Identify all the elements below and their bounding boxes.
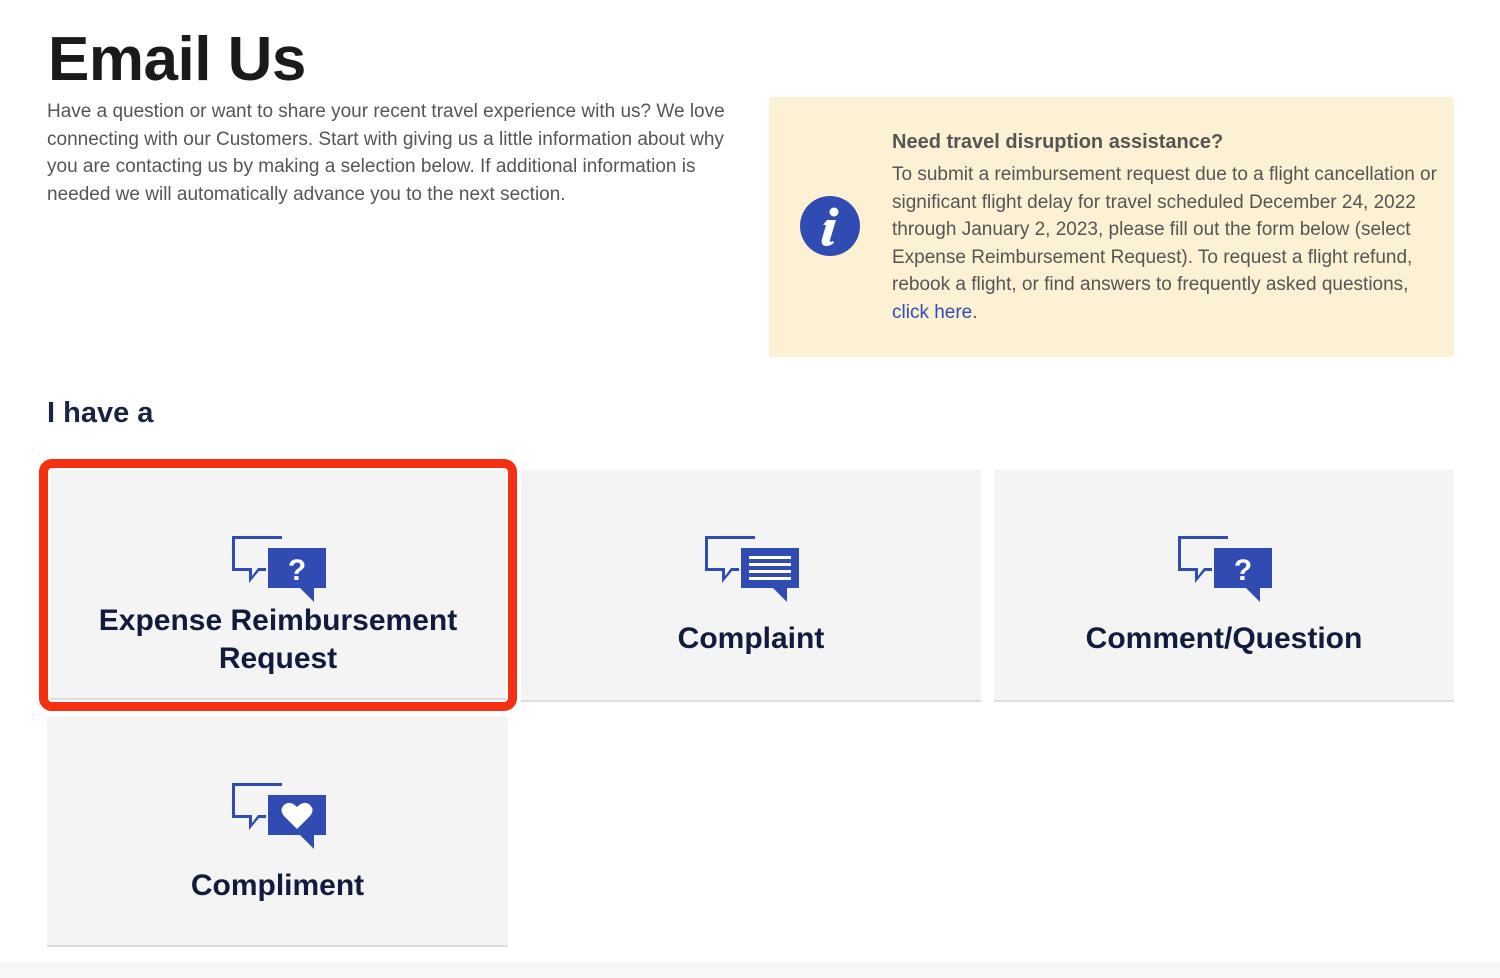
option-label-line2: Request <box>218 642 338 675</box>
option-label: Expense Reimbursement Request <box>50 602 506 678</box>
svg-text:?: ? <box>288 554 306 587</box>
option-label: Comment/Question <box>1085 622 1363 655</box>
intro-text: Have a question or want to share your re… <box>47 101 725 205</box>
option-label-line1: Expense Reimbursement <box>98 604 458 637</box>
notice-body-suffix: . <box>972 301 978 323</box>
chat-document-icon <box>705 536 799 602</box>
option-expense-reimbursement[interactable]: ? Expense Reimbursement Request <box>39 459 517 711</box>
option-label: Compliment <box>190 869 365 902</box>
chat-question-icon: ? <box>232 536 326 602</box>
svg-text:?: ? <box>1234 554 1252 587</box>
click-here-link[interactable]: click here <box>892 302 972 323</box>
chat-heart-icon <box>231 783 326 849</box>
option-compliment[interactable]: Compliment <box>47 717 508 947</box>
option-comment-question[interactable]: ? Comment/Question <box>994 470 1454 702</box>
disruption-notice: Need travel disruption assistance? To su… <box>769 97 1454 357</box>
page-title: Email Us <box>48 25 306 94</box>
page-bottom-edge <box>0 962 1500 978</box>
info-icon <box>800 196 860 256</box>
section-heading: I have a <box>47 397 154 429</box>
chat-question-icon: ? <box>1178 536 1272 602</box>
option-complaint[interactable]: Complaint <box>521 470 981 702</box>
notice-body: To submit a reimbursement request due to… <box>892 161 1437 327</box>
notice-title: Need travel disruption assistance? <box>892 131 1224 153</box>
option-label: Complaint <box>677 622 825 655</box>
notice-body-text: To submit a reimbursement request due to… <box>892 164 1437 296</box>
